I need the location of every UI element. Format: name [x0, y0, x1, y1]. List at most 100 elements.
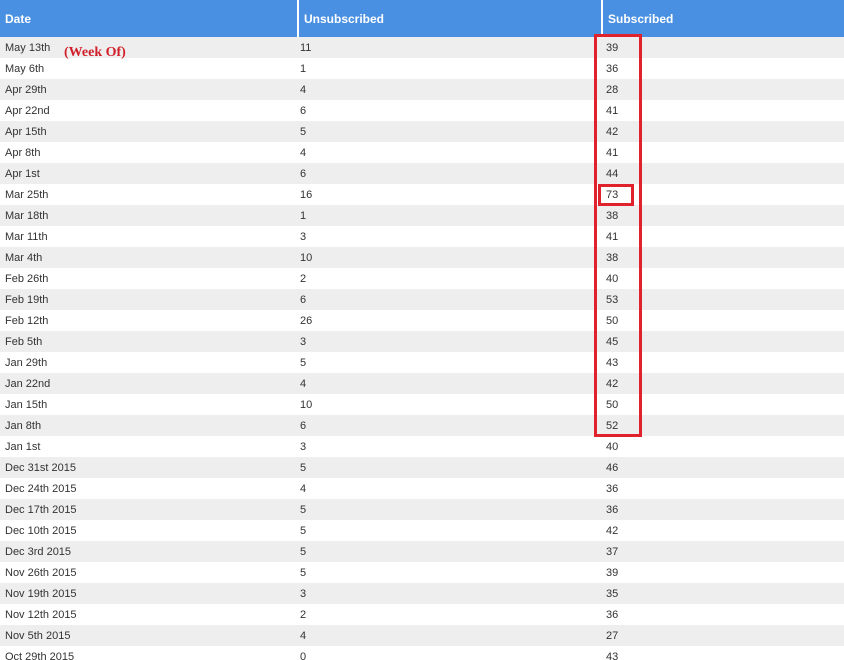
cell-date: Dec 31st 2015: [0, 457, 298, 478]
column-header-subscribed[interactable]: Subscribed: [602, 0, 844, 37]
cell-unsubscribed: 4: [298, 373, 602, 394]
cell-unsubscribed: 3: [298, 583, 602, 604]
cell-date: Dec 24th 2015: [0, 478, 298, 499]
table-row: Dec 3rd 2015 5 37: [0, 541, 844, 562]
table-row: Dec 31st 2015 5 46: [0, 457, 844, 478]
cell-subscribed: 46: [602, 457, 844, 478]
cell-date: Feb 5th: [0, 331, 298, 352]
cell-unsubscribed: 3: [298, 331, 602, 352]
column-header-date[interactable]: Date: [0, 0, 299, 37]
cell-unsubscribed: 6: [298, 289, 602, 310]
table-row: Apr 1st 6 44: [0, 163, 844, 184]
cell-unsubscribed: 0: [298, 646, 602, 660]
table-row: Apr 22nd 6 41: [0, 100, 844, 121]
cell-subscribed: 37: [602, 541, 844, 562]
table-row: Feb 5th 3 45: [0, 331, 844, 352]
cell-unsubscribed: 5: [298, 457, 602, 478]
table-row: Jan 29th 5 43: [0, 352, 844, 373]
cell-subscribed: 27: [602, 625, 844, 646]
cell-subscribed: 40: [602, 436, 844, 457]
cell-date: Apr 15th: [0, 121, 298, 142]
table-row: Nov 19th 2015 3 35: [0, 583, 844, 604]
cell-unsubscribed: 5: [298, 541, 602, 562]
cell-unsubscribed: 5: [298, 352, 602, 373]
table-row: Jan 22nd 4 42: [0, 373, 844, 394]
cell-date: Apr 29th: [0, 79, 298, 100]
table-row: May 6th 1 36: [0, 58, 844, 79]
table-row: Dec 10th 2015 5 42: [0, 520, 844, 541]
cell-unsubscribed: 16: [298, 184, 602, 205]
table-row: Mar 11th 3 41: [0, 226, 844, 247]
table-row: Feb 19th 6 53: [0, 289, 844, 310]
cell-date: Feb 12th: [0, 310, 298, 331]
cell-date: Jan 15th: [0, 394, 298, 415]
cell-unsubscribed: 3: [298, 226, 602, 247]
table-row: Nov 12th 2015 2 36: [0, 604, 844, 625]
cell-date: Nov 19th 2015: [0, 583, 298, 604]
cell-unsubscribed: 4: [298, 478, 602, 499]
table-row: Nov 5th 2015 4 27: [0, 625, 844, 646]
cell-date: Dec 10th 2015: [0, 520, 298, 541]
cell-unsubscribed: 26: [298, 310, 602, 331]
table-row: Feb 26th 2 40: [0, 268, 844, 289]
table-row: Oct 29th 2015 0 43: [0, 646, 844, 660]
cell-subscribed: 39: [602, 562, 844, 583]
table-row: Jan 15th 10 50: [0, 394, 844, 415]
table-body: May 13th 11 39 May 6th 1 36 Apr 29th 4 28 Apr 22n…: [0, 37, 844, 660]
cell-date: Apr 8th: [0, 142, 298, 163]
cell-subscribed: 36: [602, 478, 844, 499]
cell-unsubscribed: 5: [298, 121, 602, 142]
table-row: May 13th 11 39: [0, 37, 844, 58]
cell-unsubscribed: 1: [298, 58, 602, 79]
table-row: Nov 26th 2015 5 39: [0, 562, 844, 583]
subscriber-report: Date Unsubscribed Subscribed May 13th 11 3…: [0, 0, 844, 660]
cell-unsubscribed: 4: [298, 79, 602, 100]
cell-date: Nov 26th 2015: [0, 562, 298, 583]
cell-date: Mar 4th: [0, 247, 298, 268]
cell-date: Jan 8th: [0, 415, 298, 436]
table-row: Apr 15th 5 42: [0, 121, 844, 142]
cell-date: Jan 29th: [0, 352, 298, 373]
cell-unsubscribed: 11: [298, 37, 602, 58]
cell-subscribed: 43: [602, 646, 844, 660]
cell-unsubscribed: 6: [298, 415, 602, 436]
cell-unsubscribed: 2: [298, 268, 602, 289]
cell-date: Oct 29th 2015: [0, 646, 298, 660]
cell-unsubscribed: 10: [298, 247, 602, 268]
table-row: Apr 29th 4 28: [0, 79, 844, 100]
cell-subscribed: 42: [602, 520, 844, 541]
cell-date: Mar 25th: [0, 184, 298, 205]
table-header: Date Unsubscribed Subscribed: [0, 0, 844, 37]
cell-date: Apr 1st: [0, 163, 298, 184]
table-row: Mar 4th 10 38: [0, 247, 844, 268]
table-row: Dec 24th 2015 4 36: [0, 478, 844, 499]
cell-date: Mar 11th: [0, 226, 298, 247]
cell-date: Dec 3rd 2015: [0, 541, 298, 562]
table-row: Mar 18th 1 38: [0, 205, 844, 226]
cell-date: Nov 5th 2015: [0, 625, 298, 646]
peak-value-highlight-box: [598, 184, 634, 206]
table-row: Jan 1st 3 40: [0, 436, 844, 457]
cell-date: May 6th: [0, 58, 298, 79]
week-of-annotation: (Week Of): [64, 45, 126, 60]
column-header-unsubscribed[interactable]: Unsubscribed: [298, 0, 603, 37]
table-row: Jan 8th 6 52: [0, 415, 844, 436]
cell-unsubscribed: 5: [298, 520, 602, 541]
cell-subscribed: 35: [602, 583, 844, 604]
cell-date: Dec 17th 2015: [0, 499, 298, 520]
cell-date: Nov 12th 2015: [0, 604, 298, 625]
table-row: Dec 17th 2015 5 36: [0, 499, 844, 520]
table-row: Feb 12th 26 50: [0, 310, 844, 331]
subscription-table: Date Unsubscribed Subscribed May 13th 11 3…: [0, 0, 844, 660]
table-header-row: Date Unsubscribed Subscribed: [0, 0, 844, 37]
cell-unsubscribed: 6: [298, 163, 602, 184]
cell-unsubscribed: 10: [298, 394, 602, 415]
cell-date: Jan 22nd: [0, 373, 298, 394]
cell-unsubscribed: 3: [298, 436, 602, 457]
cell-subscribed: 36: [602, 604, 844, 625]
table-row: Apr 8th 4 41: [0, 142, 844, 163]
cell-unsubscribed: 6: [298, 100, 602, 121]
cell-unsubscribed: 5: [298, 562, 602, 583]
cell-date: Jan 1st: [0, 436, 298, 457]
cell-unsubscribed: 2: [298, 604, 602, 625]
